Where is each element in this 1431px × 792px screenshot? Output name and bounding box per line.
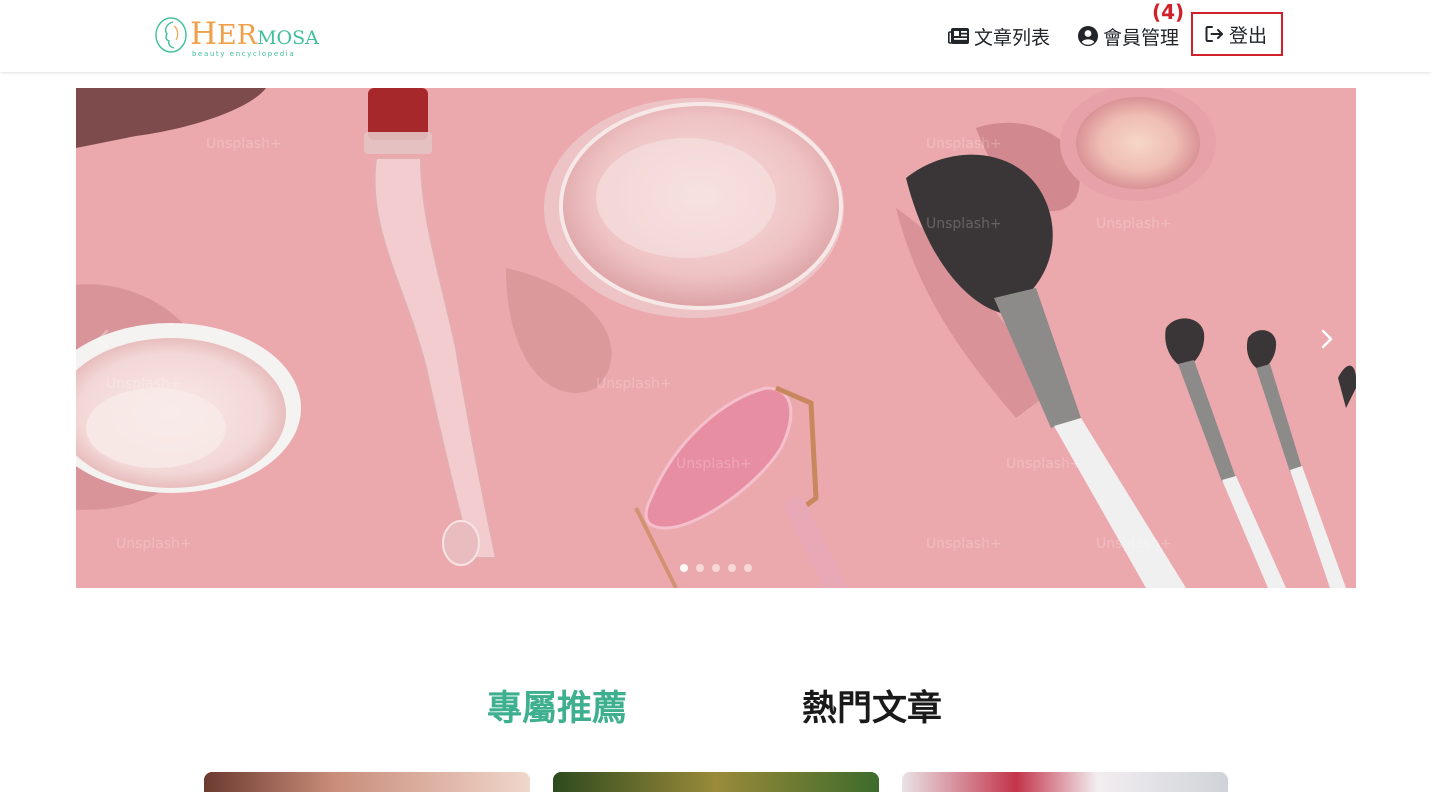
nav-articles-label: 文章列表 [974, 26, 1051, 49]
tab-recommended[interactable]: 專屬推薦 [487, 680, 627, 731]
svg-text:Unsplash+: Unsplash+ [926, 536, 1002, 552]
logout-icon [1205, 26, 1223, 42]
carousel-indicator-dot[interactable] [680, 564, 688, 572]
carousel-next-button[interactable] [1312, 324, 1342, 354]
svg-text:Unsplash+: Unsplash+ [1006, 456, 1082, 472]
article-card[interactable] [204, 772, 530, 792]
svg-text:Unsplash+: Unsplash+ [926, 136, 1002, 152]
tab-popular-articles[interactable]: 熱門文章 [802, 680, 942, 731]
logout-label: 登出 [1229, 24, 1268, 47]
cosmetics-flatlay-image: Unsplash+ Unsplash+ Unsplash+ Unsplash+ … [76, 88, 1356, 588]
carousel-indicator-dot[interactable] [696, 564, 704, 572]
hero-carousel: Unsplash+ Unsplash+ Unsplash+ Unsplash+ … [76, 88, 1356, 588]
svg-text:Unsplash+: Unsplash+ [596, 376, 672, 392]
nav-members-label: 會員管理 [1103, 26, 1180, 49]
watermark-text: Unsplash+ [206, 136, 282, 152]
svg-text:Unsplash+: Unsplash+ [926, 216, 1002, 232]
carousel-indicator-dot[interactable] [728, 564, 736, 572]
logout-button[interactable]: 登出 [1191, 12, 1283, 56]
carousel-indicator-dot[interactable] [712, 564, 720, 572]
top-navbar: HERMOSA beauty encyclopedia 文章列表 會員管理 (4… [0, 0, 1431, 72]
nav-members-link[interactable]: 會員管理 [1077, 20, 1179, 52]
brand-wordmark: HERMOSA [190, 16, 319, 52]
svg-text:Unsplash+: Unsplash+ [1096, 216, 1172, 232]
article-card[interactable] [902, 772, 1228, 792]
brand-logo[interactable]: HERMOSA beauty encyclopedia [154, 14, 319, 58]
carousel-indicators [680, 564, 752, 572]
svg-text:Unsplash+: Unsplash+ [676, 456, 752, 472]
woman-profile-logo-icon [155, 17, 187, 53]
svg-text:Unsplash+: Unsplash+ [116, 536, 192, 552]
nav-articles-link[interactable]: 文章列表 [948, 20, 1050, 52]
user-circle-icon [1078, 26, 1098, 46]
newspaper-icon [948, 28, 969, 44]
carousel-prev-button[interactable] [88, 324, 118, 354]
svg-text:Unsplash+: Unsplash+ [1096, 536, 1172, 552]
svg-text:Unsplash+: Unsplash+ [106, 376, 182, 392]
chevron-left-icon [97, 329, 109, 349]
carousel-indicator-dot[interactable] [744, 564, 752, 572]
article-card[interactable] [553, 772, 879, 792]
annotation-marker: (4) [1152, 0, 1185, 24]
brand-tagline: beauty encyclopedia [192, 50, 296, 58]
chevron-right-icon [1321, 329, 1333, 349]
